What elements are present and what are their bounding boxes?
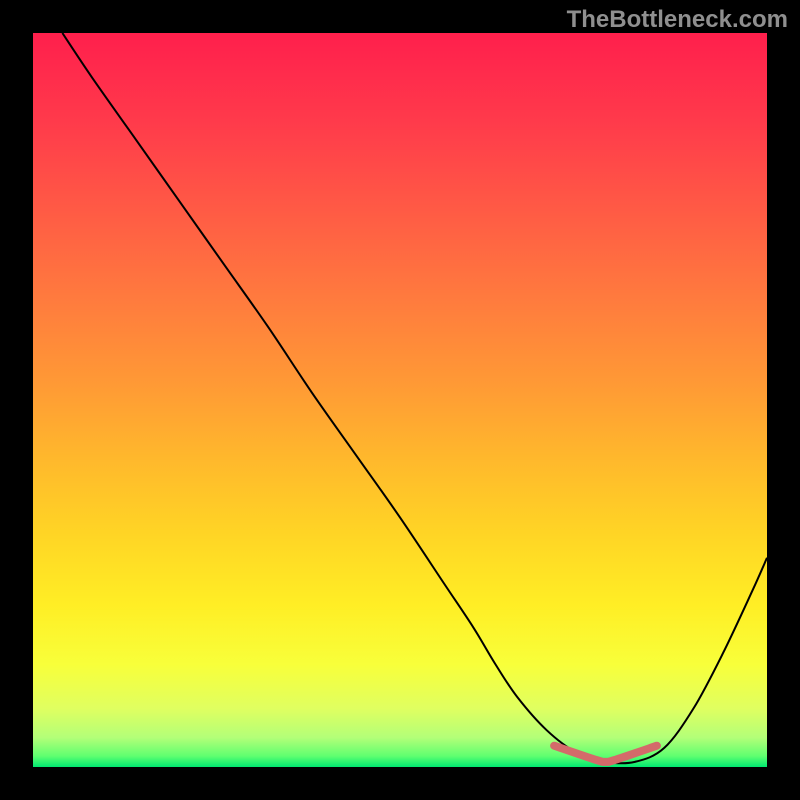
chart-container: { "watermark": { "text": "TheBottleneck.… (0, 0, 800, 800)
bottleneck-curve (62, 33, 767, 763)
watermark-text: TheBottleneck.com (567, 6, 788, 33)
plot-svg (33, 33, 767, 767)
curve-group (62, 33, 767, 763)
watermark: TheBottleneck.com (567, 6, 788, 34)
